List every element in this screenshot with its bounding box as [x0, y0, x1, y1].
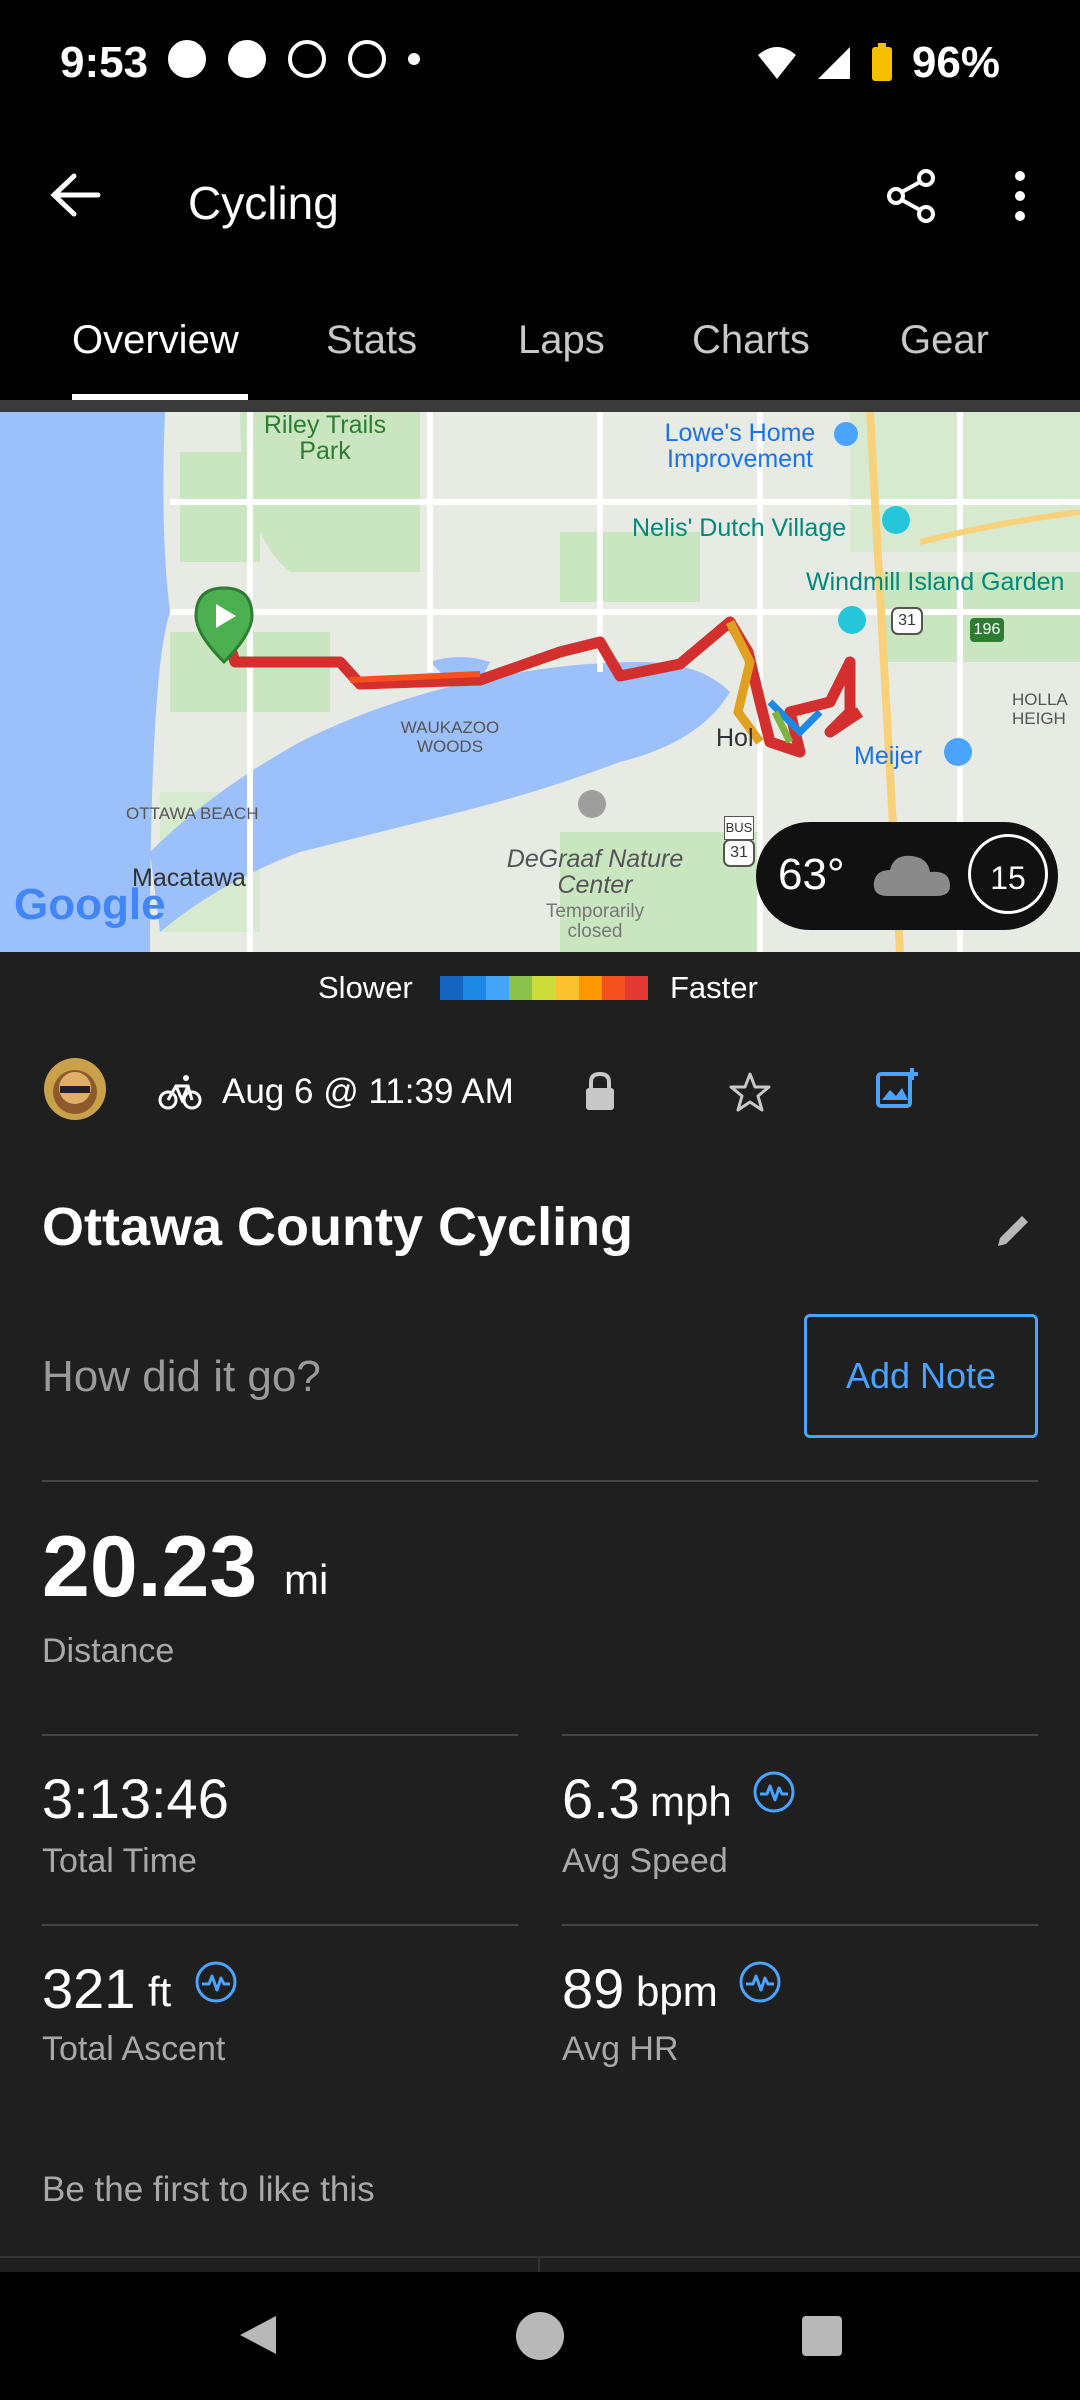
legend-color-swatch [440, 976, 464, 1000]
add-note-button[interactable]: Add Note [804, 1314, 1038, 1438]
distance-value: 20.23 [42, 1519, 258, 1615]
map-label-meijer: Meijer [854, 742, 923, 770]
battery-icon [871, 43, 892, 81]
map-label-bus: BUS [724, 816, 754, 840]
activity-meta-row: Aug 6 @ 11:39 AM [0, 1058, 1080, 1132]
add-photo-icon[interactable] [874, 1066, 920, 1112]
map-label-holland: Hol [716, 724, 754, 752]
tab-gear[interactable]: Gear [900, 318, 989, 363]
map-label-riley: Riley Trails Park [263, 412, 387, 465]
more-notifications-icon [408, 53, 420, 65]
map-label-degraaf: DeGraaf Nature Center [506, 845, 684, 899]
nav-back-icon[interactable] [236, 2312, 280, 2358]
wifi-icon [757, 47, 796, 79]
legend-slower: Slower [318, 970, 413, 1005]
map-label-ottawa-beach: OTTAWA BEACH [126, 804, 259, 823]
wind-speed: 15 [990, 860, 1026, 896]
legend-color-swatch [555, 976, 579, 1000]
tab-charts[interactable]: Charts [692, 318, 810, 363]
performance-icon[interactable] [752, 1770, 796, 1814]
map-label-lowes: Lowe's Home Improvement [664, 419, 816, 473]
total-time-label: Total Time [42, 1842, 197, 1880]
battery-percent: 96% [911, 38, 1000, 87]
avg-hr-label: Avg HR [562, 2030, 679, 2068]
avg-speed-value: 6.3 [562, 1767, 640, 1830]
back-arrow-icon[interactable] [40, 160, 110, 230]
app-bar: Cycling [0, 130, 1080, 280]
legend-color-swatch [532, 976, 556, 1000]
star-icon[interactable] [726, 1068, 774, 1116]
tab-stats[interactable]: Stats [326, 318, 417, 363]
status-bar: 9:53 96% [0, 0, 1080, 130]
legend-color-swatch [578, 976, 602, 1000]
total-ascent-value: 321 [42, 1957, 136, 2020]
divider [0, 2256, 1080, 2258]
divider [42, 1734, 518, 1736]
avg-hr-value: 89 [562, 1957, 625, 2020]
more-options-icon[interactable] [1000, 164, 1040, 228]
legend-color-swatch [463, 976, 487, 1000]
map-label-us31b: 31 [730, 844, 748, 861]
legend-color-swatch [509, 976, 533, 1000]
lock-icon[interactable] [582, 1070, 618, 1114]
distance-unit: mi [284, 1556, 329, 1603]
tab-bar: Overview Stats Laps Charts Gear [0, 280, 1080, 400]
map-label-holland-heights: HOLLA HEIGH [1012, 690, 1067, 728]
activity-title: Ottawa County Cycling [42, 1197, 634, 1257]
map-label-degraaf-status: Temporarily closed [545, 901, 645, 942]
map-label-nelis: Nelis' Dutch Village [632, 514, 847, 542]
avg-hr-unit: bpm [636, 1968, 718, 2015]
speed-legend: Slower Faster [0, 952, 1080, 1022]
total-ascent-label: Total Ascent [42, 2030, 226, 2068]
distance-label: Distance [42, 1632, 175, 1670]
weather-badge: 63° 15 [756, 822, 1058, 930]
divider [42, 1480, 1038, 1482]
divider [538, 2256, 540, 2272]
clock-notification-icon [228, 40, 266, 78]
signal-icon [817, 47, 850, 79]
share-icon[interactable] [880, 164, 944, 228]
divider [562, 1924, 1038, 1926]
tab-laps[interactable]: Laps [518, 318, 605, 363]
divider [42, 1924, 518, 1926]
cloud-icon [873, 855, 950, 896]
performance-icon[interactable] [194, 1960, 238, 2004]
map-label-windmill: Windmill Island Garden [806, 568, 1065, 596]
check-circle-icon [348, 40, 386, 78]
cycling-icon [158, 1075, 202, 1110]
avg-speed-label: Avg Speed [562, 1842, 728, 1880]
google-logo: Google [14, 880, 166, 929]
map-label-us31: 31 [898, 612, 916, 629]
total-time-value: 3:13:46 [42, 1767, 229, 1830]
check-circle-icon [288, 40, 326, 78]
divider [0, 400, 1080, 412]
note-prompt[interactable]: How did it go? [42, 1352, 321, 1402]
app-notification-icon [168, 40, 206, 78]
nav-home-icon[interactable] [516, 2312, 564, 2360]
edit-pencil-icon[interactable] [992, 1208, 1036, 1252]
total-ascent-unit: ft [148, 1968, 172, 2015]
legend-color-swatch [486, 976, 510, 1000]
avg-speed-unit: mph [650, 1778, 732, 1825]
map-label-waukazoo: WAUKAZOO WOODS [400, 718, 500, 756]
weather-temp: 63° [778, 850, 845, 899]
divider [562, 1734, 1038, 1736]
activity-date: Aug 6 @ 11:39 AM [222, 1072, 514, 1111]
legend-gradient [440, 976, 648, 1000]
nav-recents-icon[interactable] [802, 2316, 842, 2356]
status-time: 9:53 [60, 38, 149, 87]
page-title: Cycling [188, 177, 339, 229]
legend-color-swatch [624, 976, 648, 1000]
notification-icons [168, 40, 420, 78]
performance-icon[interactable] [738, 1960, 782, 2004]
system-nav-bar [0, 2272, 1080, 2400]
system-icons: 96% [756, 38, 1000, 88]
legend-faster: Faster [670, 970, 758, 1005]
likes-text[interactable]: Be the first to like this [42, 2170, 375, 2210]
avatar[interactable] [44, 1058, 106, 1120]
map-label-i196: 196 [973, 621, 1001, 638]
legend-color-swatch [601, 976, 625, 1000]
tab-overview[interactable]: Overview [72, 318, 239, 363]
